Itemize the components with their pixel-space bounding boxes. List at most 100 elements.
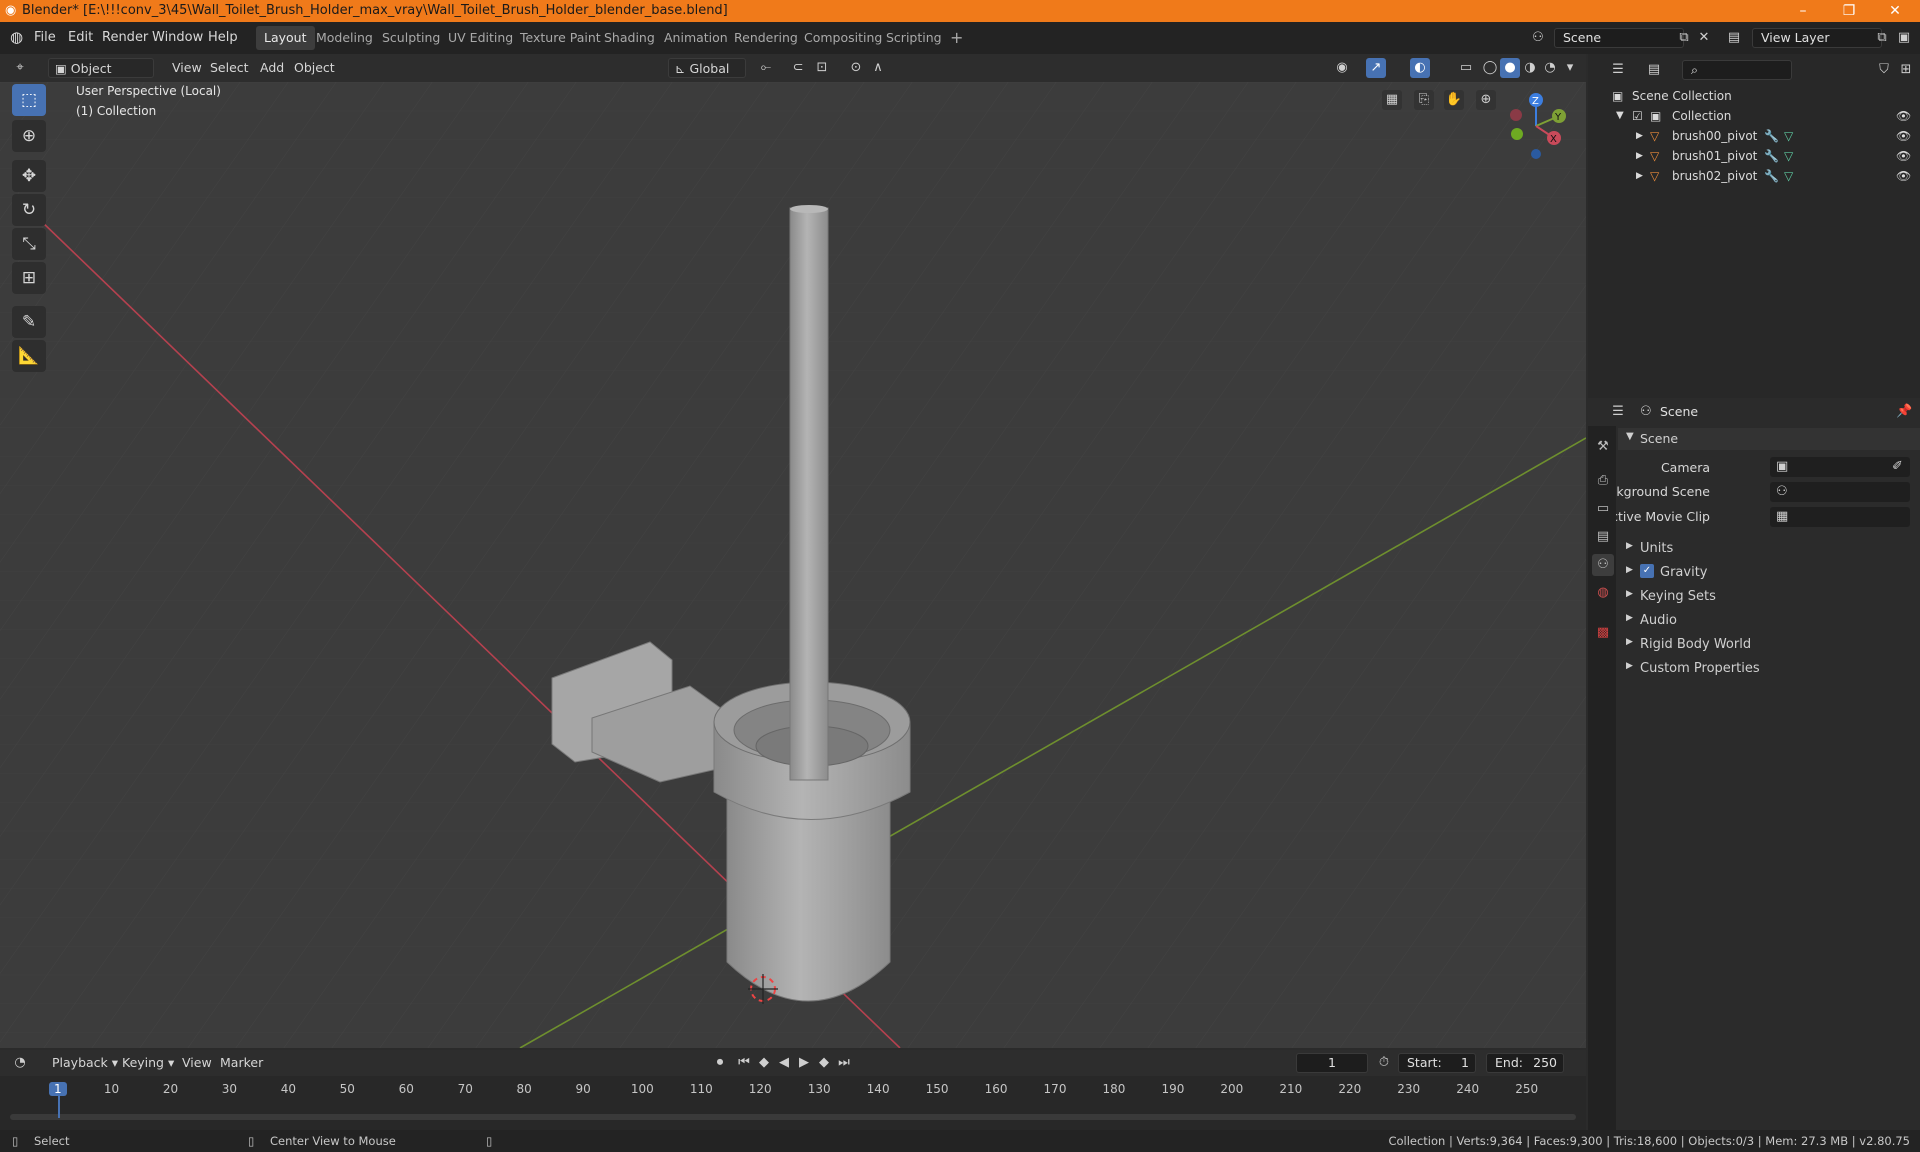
delete-scene-icon[interactable]: ✕: [1694, 28, 1714, 48]
timeline-scrollbar[interactable]: [10, 1114, 1576, 1120]
3d-viewport[interactable]: User Perspective (Local) (1) Collection …: [0, 82, 1586, 1048]
end-frame-field[interactable]: End: 250: [1486, 1053, 1564, 1073]
snap-icon[interactable]: ⊂: [788, 58, 808, 78]
tab-rendering[interactable]: Rendering: [726, 26, 806, 50]
start-frame-field[interactable]: Start: 1: [1398, 1053, 1476, 1073]
world-tab-icon[interactable]: ◍: [1592, 582, 1614, 604]
texture-tab-icon[interactable]: ▩: [1592, 622, 1614, 644]
menu-object[interactable]: Object: [288, 58, 341, 78]
new-collection-icon[interactable]: ⊞: [1896, 60, 1916, 80]
gravity-panel[interactable]: ▶ ✓ Gravity: [1618, 562, 1920, 584]
tab-uv-editing[interactable]: UV Editing: [440, 26, 521, 50]
menu-timeline-view[interactable]: View: [176, 1053, 218, 1073]
grid-view-icon[interactable]: ▦: [1382, 90, 1402, 110]
camera-view-icon[interactable]: ⎘: [1414, 90, 1434, 110]
pan-hand-icon[interactable]: ✋: [1444, 90, 1464, 110]
blender-menu-icon[interactable]: ◍: [10, 28, 23, 46]
play-icon[interactable]: ▶: [794, 1053, 814, 1073]
menu-edit[interactable]: Edit: [68, 28, 93, 48]
outliner-row-object[interactable]: ▶ ▽ brush00_pivot 🔧 ▽ 👁: [1588, 126, 1920, 146]
properties-editor-icon[interactable]: ☰: [1608, 402, 1628, 422]
tab-texture-paint[interactable]: Texture Paint: [512, 26, 609, 50]
menu-add[interactable]: Add: [254, 58, 290, 78]
visibility-icon[interactable]: ◉: [1332, 58, 1352, 78]
expand-arrow-icon[interactable]: ▶: [1636, 146, 1643, 166]
menu-window[interactable]: Window: [152, 28, 203, 48]
annotate-icon[interactable]: ✎: [12, 306, 46, 338]
tab-modeling[interactable]: Modeling: [308, 26, 381, 50]
current-frame-field[interactable]: 1: [1296, 1053, 1368, 1073]
neg-y-handle[interactable]: [1511, 128, 1523, 140]
proportional-edit-icon[interactable]: ⊙: [846, 58, 866, 78]
eye-icon[interactable]: 👁: [1896, 166, 1911, 186]
active-movie-clip-field[interactable]: ▦: [1770, 507, 1910, 527]
neg-x-handle[interactable]: [1510, 109, 1522, 121]
outliner-row-collection[interactable]: ▼ ☑ ▣ Collection 👁: [1588, 106, 1920, 126]
new-scene-icon[interactable]: ⧉: [1674, 28, 1694, 48]
units-panel[interactable]: ▶ Units: [1618, 538, 1920, 560]
tab-compositing[interactable]: Compositing: [796, 26, 890, 50]
falloff-icon[interactable]: ∧: [868, 58, 888, 78]
neg-z-handle[interactable]: [1531, 149, 1541, 159]
eye-icon[interactable]: 👁: [1896, 106, 1911, 126]
material-shading-icon[interactable]: ◑: [1520, 58, 1540, 78]
background-scene-field[interactable]: ⚇: [1770, 482, 1910, 502]
rigid-body-world-panel[interactable]: ▶ Rigid Body World: [1618, 634, 1920, 656]
solid-shading-icon[interactable]: ●: [1500, 58, 1520, 78]
filter-icon[interactable]: ⛉: [1874, 60, 1894, 80]
cursor-icon[interactable]: ⊕: [12, 120, 46, 152]
tab-animation[interactable]: Animation: [656, 26, 736, 50]
modifier-icon[interactable]: 🔧: [1764, 166, 1779, 186]
view-layer-field[interactable]: View Layer: [1752, 28, 1882, 48]
modifier-icon[interactable]: 🔧: [1764, 126, 1779, 146]
display-mode-icon[interactable]: ▤: [1644, 60, 1664, 80]
minimize-button[interactable]: –: [1780, 0, 1826, 22]
outliner-editor-icon[interactable]: ☰: [1608, 60, 1628, 80]
menu-select[interactable]: Select: [204, 58, 255, 78]
pivot-icon[interactable]: ⟜: [756, 58, 776, 78]
gravity-checkbox[interactable]: ✓: [1640, 564, 1654, 578]
prev-keyframe-icon[interactable]: ◆: [754, 1053, 774, 1073]
tab-scripting[interactable]: Scripting: [878, 26, 950, 50]
scale-icon[interactable]: ⤡: [12, 228, 46, 260]
transform-icon[interactable]: ⊞: [12, 262, 46, 294]
next-keyframe-icon[interactable]: ◆: [814, 1053, 834, 1073]
scene-panel-header[interactable]: ▼ Scene: [1618, 428, 1920, 450]
play-reverse-icon[interactable]: ◀: [774, 1053, 794, 1073]
view-layer-icon[interactable]: ▤: [1724, 28, 1744, 48]
modifier-icon[interactable]: 🔧: [1764, 146, 1779, 166]
shading-options-icon[interactable]: ▾: [1560, 58, 1580, 78]
maximize-button[interactable]: ❐: [1826, 0, 1872, 22]
record-icon[interactable]: ⏺: [710, 1053, 730, 1073]
custom-properties-panel[interactable]: ▶ Custom Properties: [1618, 658, 1920, 680]
expand-arrow-icon[interactable]: ▼: [1616, 106, 1624, 126]
rotate-icon[interactable]: ↻: [12, 194, 46, 226]
timeline-editor-icon[interactable]: ◔: [10, 1053, 30, 1073]
outliner-search-input[interactable]: ⌕: [1682, 60, 1792, 80]
tab-layout[interactable]: Layout: [256, 26, 315, 50]
transform-orientation[interactable]: ⊾ Global ▾: [668, 58, 746, 96]
jump-end-icon[interactable]: ⏭: [834, 1053, 854, 1073]
menu-marker[interactable]: Marker: [214, 1053, 269, 1073]
menu-view[interactable]: View: [166, 58, 208, 78]
scene-tab-icon[interactable]: ⚇: [1592, 554, 1614, 576]
add-workspace-button[interactable]: +: [942, 26, 971, 50]
mesh-data-icon[interactable]: ▽: [1784, 146, 1793, 166]
mesh-data-icon[interactable]: ▽: [1784, 166, 1793, 186]
outliner-row-object[interactable]: ▶ ▽ brush01_pivot 🔧 ▽ 👁: [1588, 146, 1920, 166]
eye-icon[interactable]: 👁: [1896, 126, 1911, 146]
xray-icon[interactable]: ▭: [1456, 58, 1476, 78]
audio-panel[interactable]: ▶ Audio: [1618, 610, 1920, 632]
pin-icon[interactable]: 📌: [1896, 404, 1912, 419]
stopwatch-icon[interactable]: ⏱: [1374, 1053, 1394, 1073]
collection-checkbox-icon[interactable]: ☑: [1632, 106, 1643, 126]
output-tab-icon[interactable]: ▭: [1592, 498, 1614, 520]
gizmo-toggle-icon[interactable]: ↗: [1366, 58, 1386, 78]
expand-arrow-icon[interactable]: ▶: [1636, 126, 1643, 146]
current-frame-indicator[interactable]: 1: [49, 1082, 67, 1096]
expand-arrow-icon[interactable]: ▶: [1636, 166, 1643, 186]
view-layer-tab-icon[interactable]: ▤: [1592, 526, 1614, 548]
mode-selector[interactable]: ▣ Object Mode ▾: [48, 58, 154, 96]
render-tab-icon[interactable]: ⎙: [1592, 470, 1614, 492]
camera-field[interactable]: ▣ ✐: [1770, 457, 1910, 477]
